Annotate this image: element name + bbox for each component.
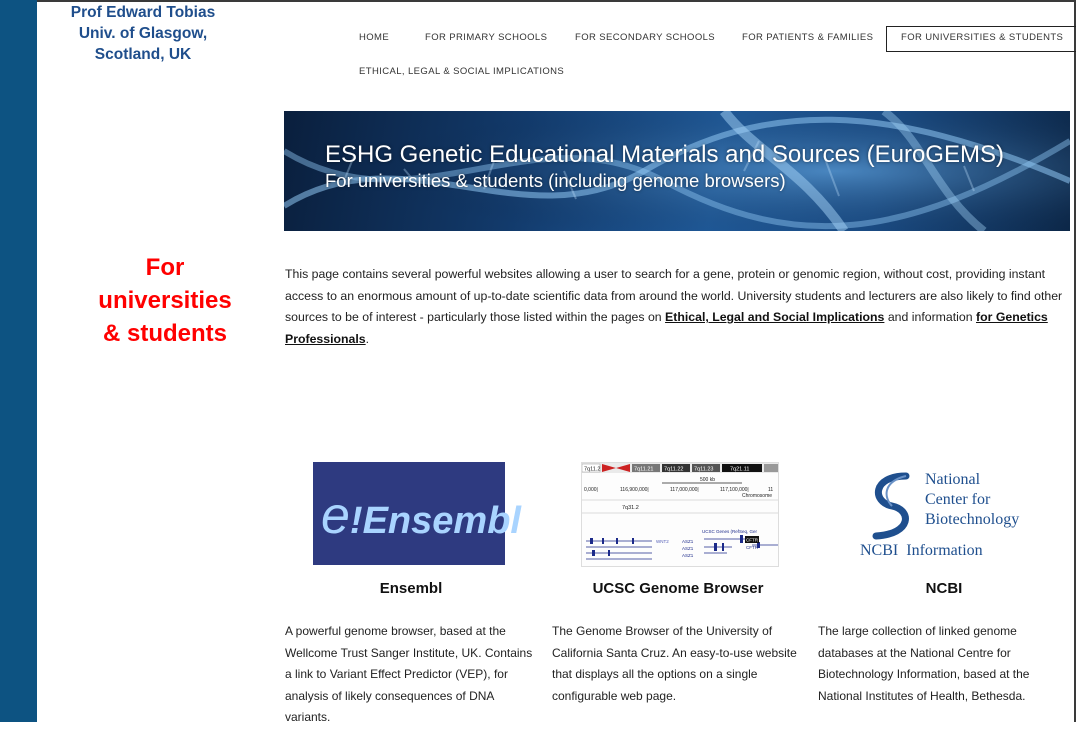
ncbi-logo-wrap: National Center for Biotechnology NCBI I… <box>818 462 1070 565</box>
nav-patients-families[interactable]: FOR PATIENTS & FAMILIES <box>742 26 873 50</box>
ensembl-logo-e: e <box>321 487 350 545</box>
ucsc-band-3: 7q11.22 <box>664 467 683 473</box>
resource-card-ucsc: 7q11.2 7q11.21 7q11.22 7q11.23 7q21.11 5… <box>552 462 804 703</box>
ncbi-acronym-text: NCBI <box>860 542 899 559</box>
ncbi-logo[interactable]: National Center for Biotechnology NCBI I… <box>854 466 1034 566</box>
ucsc-band-4: 7q11.23 <box>694 467 713 473</box>
author-location: Scotland, UK <box>94 46 192 63</box>
ncbi-logo-line-1: National <box>925 471 981 488</box>
side-heading-line-2: universities <box>98 287 232 314</box>
ucsc-band-1: 7q11.2 <box>584 467 600 473</box>
ensembl-title[interactable]: Ensembl <box>285 580 537 597</box>
ensembl-logo[interactable]: e!Ensembl <box>313 462 521 565</box>
link-ethical-legal-social[interactable]: Ethical, Legal and Social Implications <box>665 310 884 324</box>
ncbi-helix-icon <box>872 472 910 540</box>
ensembl-logo-word: Ensembl <box>362 500 521 542</box>
ucsc-position-1: 0,000| <box>584 487 598 493</box>
ucsc-band-5: 7q21.11 <box>730 467 749 473</box>
intro-text-2: and information <box>884 310 977 325</box>
ucsc-browser-screenshot[interactable]: 7q11.2 7q11.21 7q11.22 7q11.23 7q21.11 5… <box>581 462 779 567</box>
resource-card-ncbi: National Center for Biotechnology NCBI I… <box>818 462 1070 703</box>
ucsc-gene-1: WNT2 <box>656 539 669 544</box>
ucsc-gene-6: CFTR <box>746 545 759 550</box>
ensembl-logo-text: e!Ensembl <box>321 486 521 546</box>
ucsc-band-2: 7q11.21 <box>634 467 653 473</box>
side-heading: For universities & students <box>80 251 250 350</box>
nav-ethical-legal-social[interactable]: ETHICAL, LEGAL & SOCIAL IMPLICATIONS <box>359 60 564 84</box>
ncbi-logo-acronym: NCBI Information <box>860 542 983 560</box>
nav-secondary-schools[interactable]: FOR SECONDARY SCHOOLS <box>575 26 715 50</box>
ensembl-logo-bang: ! <box>349 500 363 542</box>
author-name: Prof Edward Tobias <box>70 4 216 21</box>
page-banner: ESHG Genetic Educational Materials and S… <box>284 111 1070 231</box>
ucsc-band-label: 7q31.2 <box>622 505 639 511</box>
ncbi-logo-text: National Center for Biotechnology <box>925 470 1019 530</box>
ucsc-gene-4: ASZ1 <box>682 553 694 558</box>
ncbi-logo-line-4: Information <box>906 542 983 559</box>
ucsc-position-3: 117,000,000| <box>670 487 699 493</box>
ucsc-track-label: UCSC Genes (RefSeq, Ger <box>702 529 758 534</box>
resource-card-ensembl: e!Ensembl Ensembl A powerful genome brow… <box>285 462 537 724</box>
author-info: Prof Edward Tobias Univ. of Glasgow, Sco… <box>48 2 238 65</box>
ucsc-gene-5: CFTR <box>746 538 759 543</box>
ncbi-title[interactable]: NCBI <box>818 580 1070 597</box>
side-heading-line-1: For <box>145 254 185 281</box>
ncbi-description: The large collection of linked genome da… <box>818 624 1030 703</box>
left-sidebar-bar <box>0 0 37 722</box>
intro-paragraph: This page contains several powerful webs… <box>285 264 1065 350</box>
banner-title: ESHG Genetic Educational Materials and S… <box>325 141 1004 168</box>
ucsc-logo-wrap: 7q11.2 7q11.21 7q11.22 7q11.23 7q21.11 5… <box>552 462 804 567</box>
ucsc-chrom-label: Chromosome <box>742 493 772 499</box>
ucsc-title[interactable]: UCSC Genome Browser <box>552 580 804 597</box>
author-affiliation: Univ. of Glasgow, <box>78 25 208 42</box>
intro-text-3: . <box>365 331 370 346</box>
nav-universities-students[interactable]: FOR UNIVERSITIES & STUDENTS <box>886 26 1076 52</box>
ucsc-gene-3: ASZ1 <box>682 546 694 551</box>
ensembl-description: A powerful genome browser, based at the … <box>285 624 533 724</box>
ucsc-scale-label: 500 kb <box>700 477 715 483</box>
banner-subtitle: For universities & students (including g… <box>325 170 786 191</box>
ensembl-logo-wrap: e!Ensembl <box>285 462 537 565</box>
ncbi-logo-line-3: Biotechnology <box>925 511 1020 528</box>
nav-home[interactable]: HOME <box>359 26 389 50</box>
ucsc-screenshot-graphic: 7q11.2 7q11.21 7q11.22 7q11.23 7q21.11 5… <box>582 463 778 560</box>
nav-primary-schools[interactable]: FOR PRIMARY SCHOOLS <box>425 26 547 50</box>
ucsc-gene-2: ASZ1 <box>682 539 694 544</box>
ucsc-description: The Genome Browser of the University of … <box>552 624 797 703</box>
main-navigation: HOME FOR PRIMARY SCHOOLS FOR SECONDARY S… <box>345 26 1076 84</box>
ucsc-position-2: 116,900,000| <box>620 487 649 493</box>
ncbi-logo-line-2: Center for <box>925 491 991 508</box>
side-heading-line-3: & students <box>102 320 227 347</box>
